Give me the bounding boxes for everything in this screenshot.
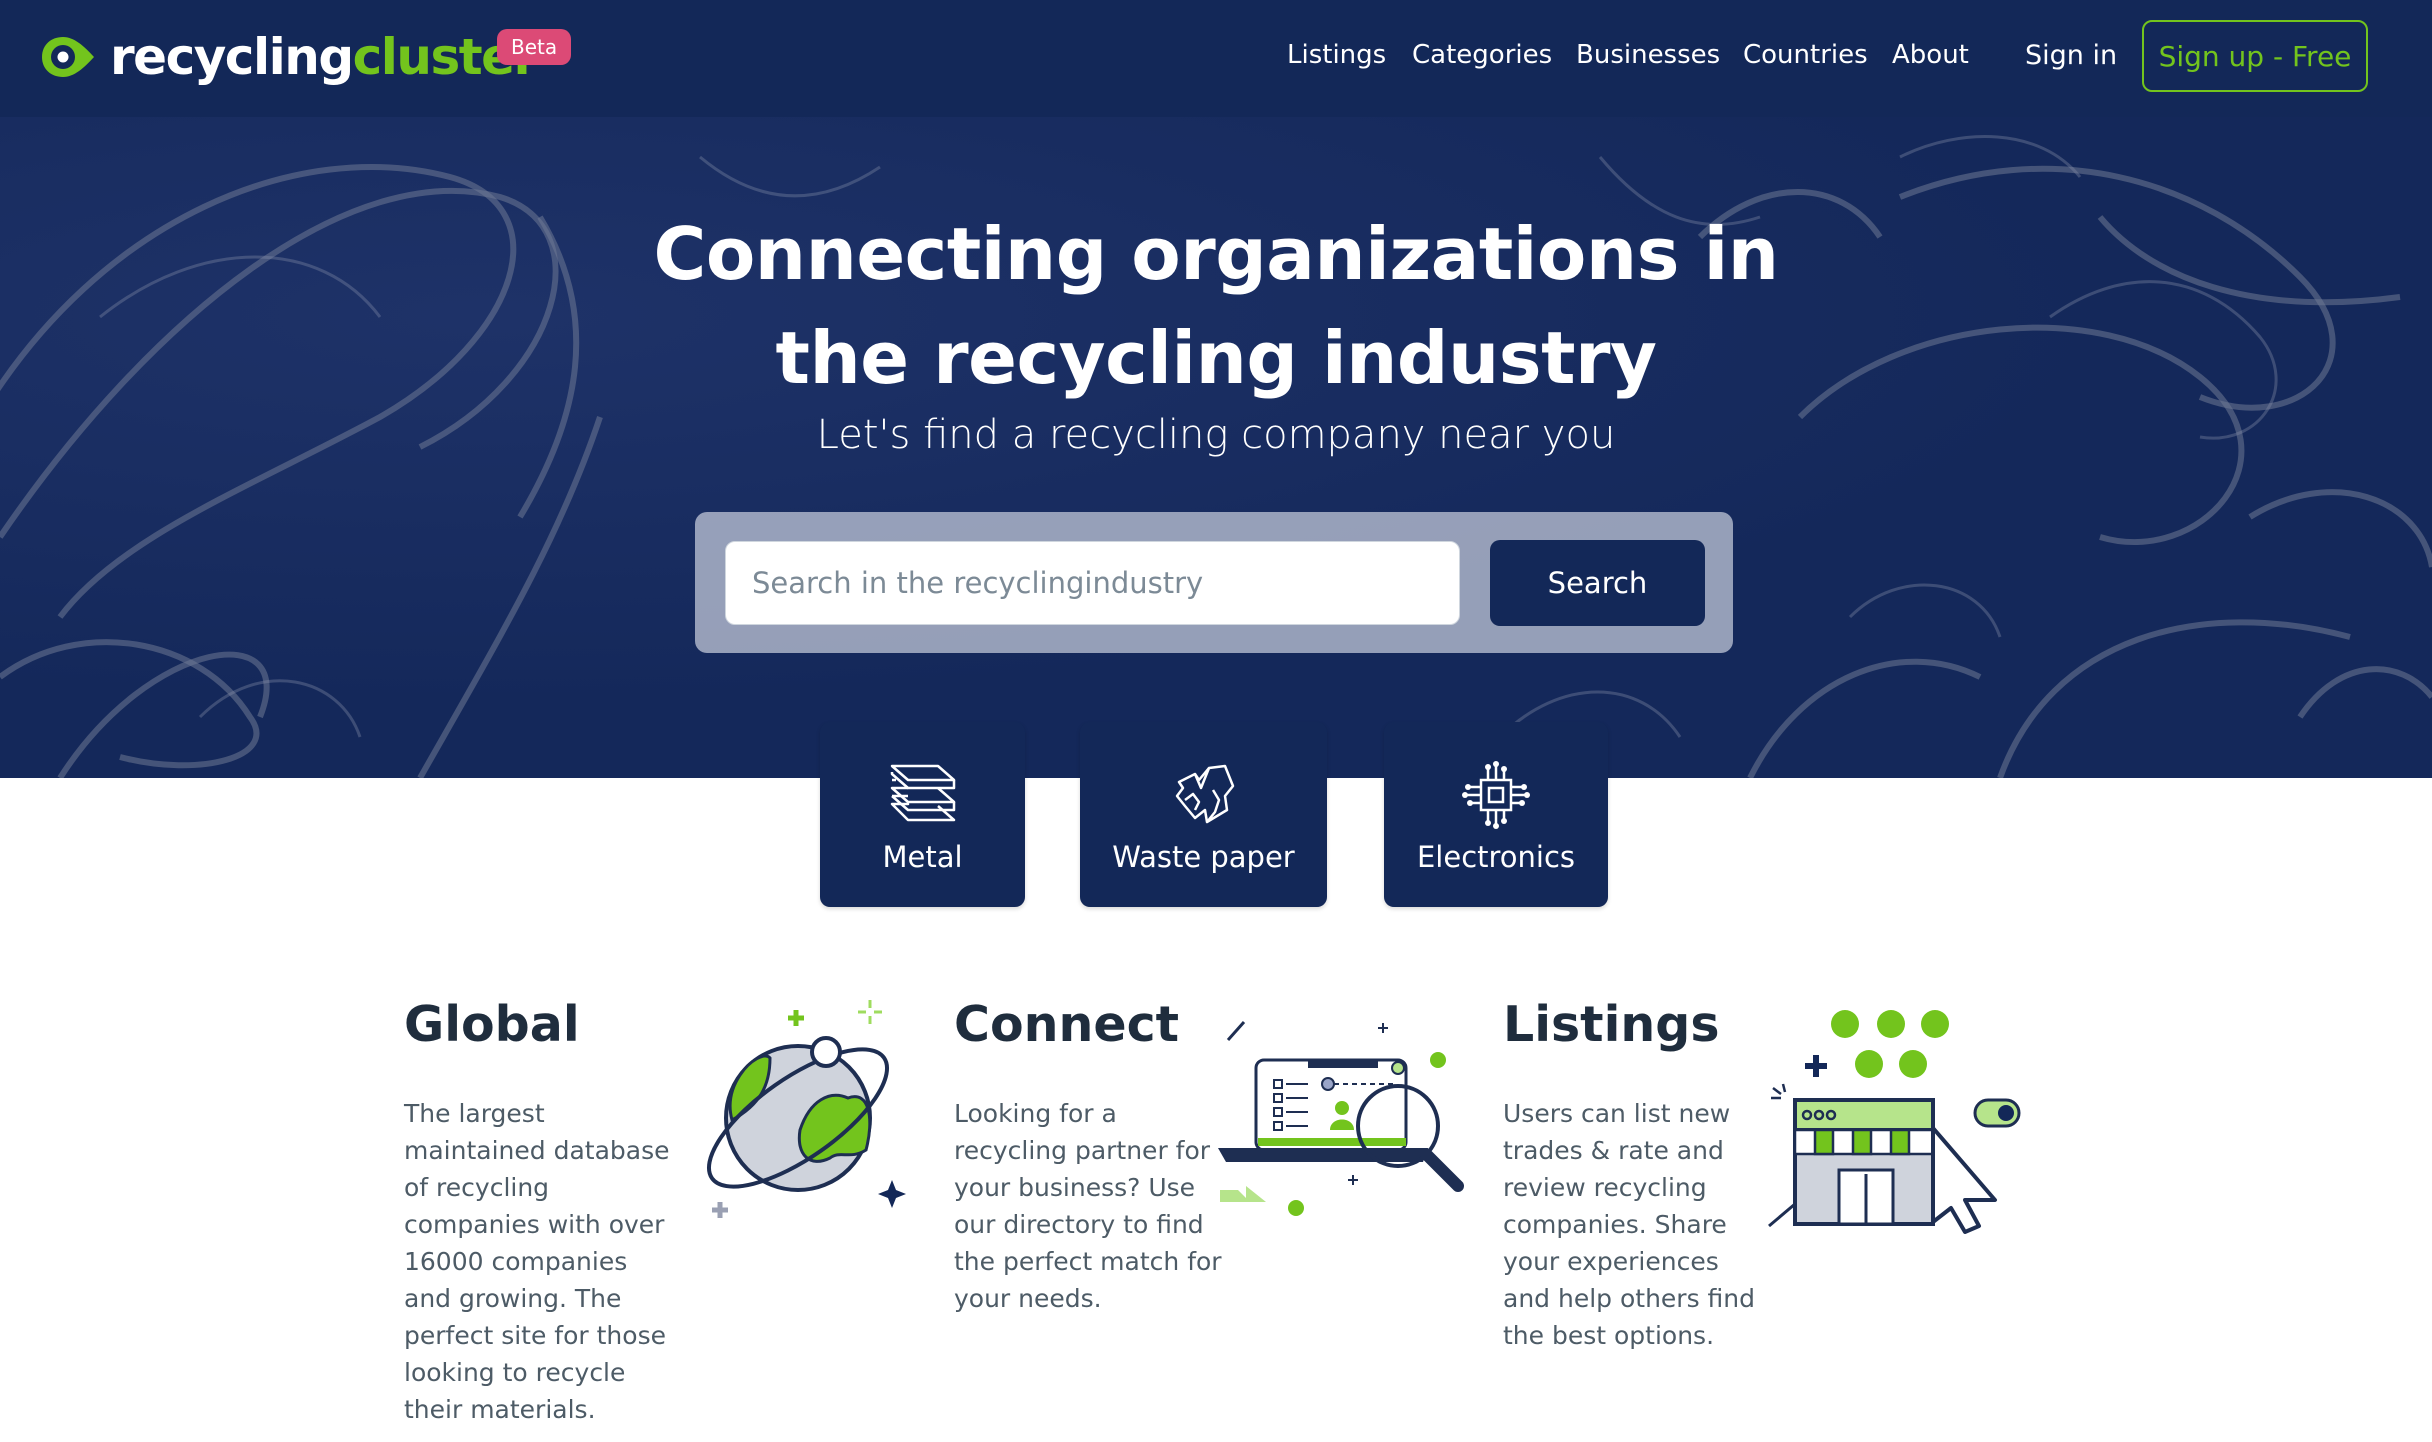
search-button[interactable]: Search [1490, 540, 1705, 626]
circuit-chip-icon [1462, 761, 1530, 829]
laptop-search-illustration [1218, 1021, 1464, 1216]
hero-section: Connecting organizations in the recyclin… [0, 117, 2432, 778]
feature-listings: Listings Users can list new trades & rat… [1503, 990, 1773, 1354]
nav-countries[interactable]: Countries [1743, 40, 1868, 70]
category-card-electronics[interactable]: Electronics [1384, 722, 1608, 907]
feature-text: Looking for a recycling partner for your… [954, 1099, 1222, 1313]
feature-text: The largest maintained database of recyc… [404, 1099, 670, 1424]
category-label: Waste paper [1112, 840, 1295, 874]
globe-illustration [706, 1000, 906, 1218]
crumpled-paper-icon [1175, 764, 1234, 824]
sign-in-link[interactable]: Sign in [2025, 40, 2117, 71]
category-label: Metal [882, 840, 963, 874]
sign-up-button[interactable]: Sign up - Free [2142, 20, 2368, 92]
logo[interactable]: recyclingcluster [38, 26, 538, 88]
search-form: Search [695, 512, 1733, 653]
feature-global: Global The largest maintained database o… [404, 990, 674, 1428]
feature-text: Users can list new trades & rate and rev… [1503, 1099, 1756, 1350]
category-label: Electronics [1416, 840, 1576, 874]
logo-text-recycling: recycling [110, 28, 354, 86]
hero-title-line-1: Connecting organizations in [653, 212, 1780, 296]
nav-listings[interactable]: Listings [1287, 40, 1386, 70]
feature-title: Connect [954, 996, 1180, 1053]
storefront-rating-illustration [1768, 1010, 2021, 1234]
hero-title: Connecting organizations in the recyclin… [0, 202, 2432, 410]
hero-subtitle: Let's find a recycling company near you [816, 412, 1616, 458]
nav-businesses[interactable]: Businesses [1576, 40, 1720, 70]
nav-categories[interactable]: Categories [1412, 40, 1552, 70]
feature-title: Global [404, 996, 580, 1053]
feature-title: Listings [1503, 996, 1720, 1053]
hero-title-line-2: the recycling industry [775, 316, 1657, 400]
feature-connect: Connect Looking for a recycling partner … [954, 990, 1224, 1317]
nav-about[interactable]: About [1892, 40, 1969, 70]
category-card-waste-paper[interactable]: Waste paper [1080, 722, 1327, 907]
site-header: recyclingcluster Beta Listings Categorie… [0, 0, 2432, 117]
metal-sheets-icon [890, 764, 955, 822]
category-card-metal[interactable]: Metal [820, 722, 1025, 907]
beta-badge: Beta [497, 29, 572, 65]
search-input[interactable] [725, 541, 1460, 625]
logo-wordmark: recyclingcluster [110, 32, 538, 82]
eye-logo-icon [42, 37, 94, 77]
